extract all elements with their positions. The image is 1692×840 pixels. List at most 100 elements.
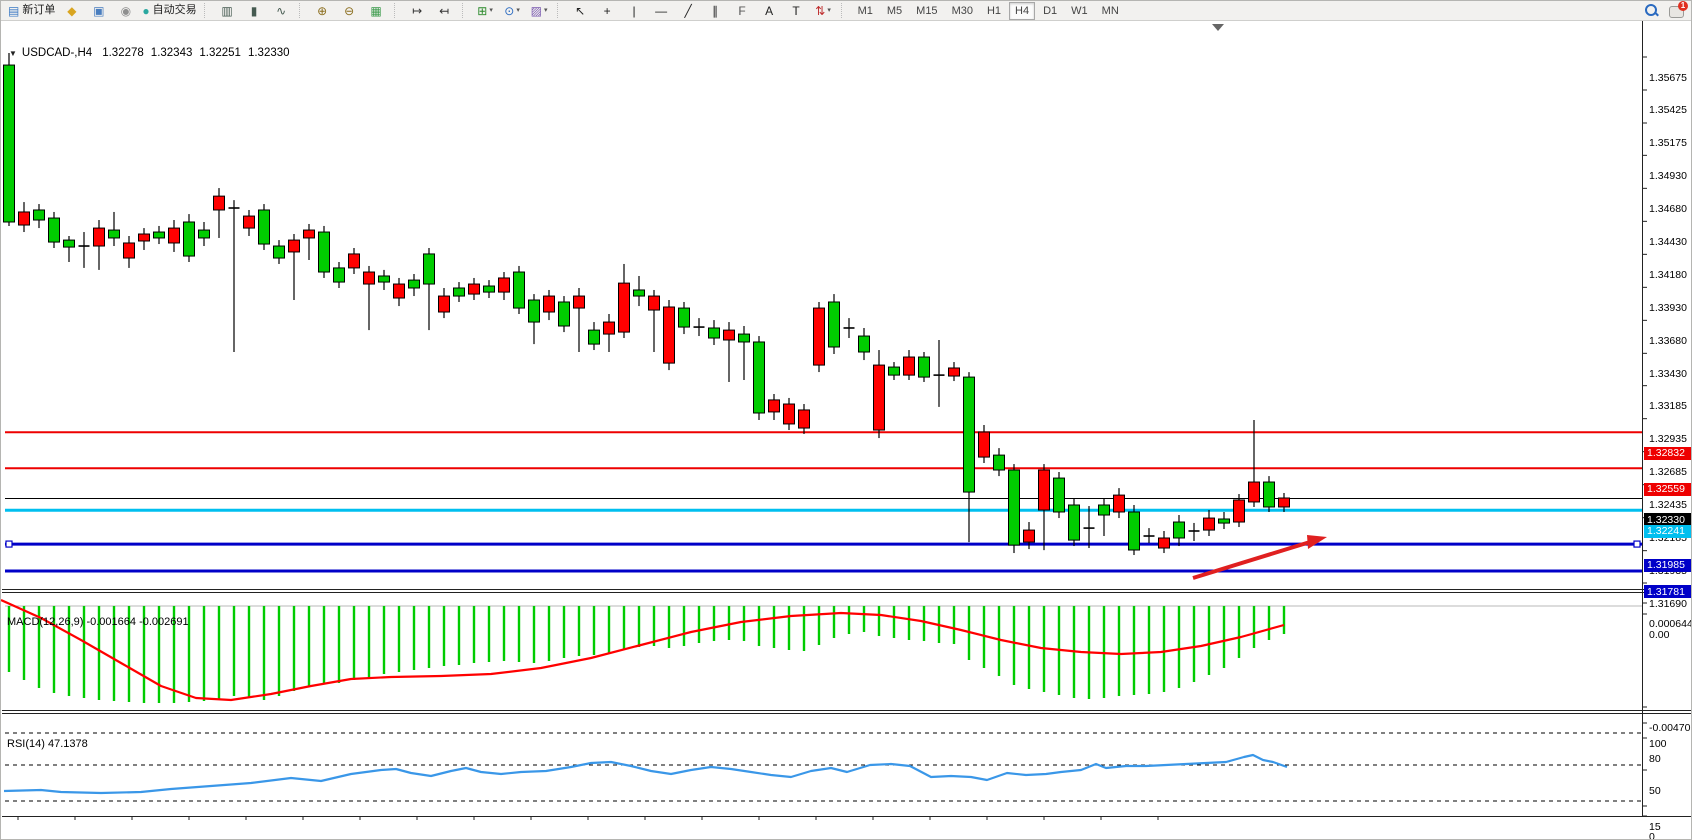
indicators-icon: ⊞ [477,5,487,17]
vertical-line-button[interactable]: | [622,2,647,19]
bar-chart-icon: ▥ [221,5,232,17]
line-chart-button[interactable]: ∿ [269,2,294,19]
price-tick-label: 1.33680 [1649,335,1687,347]
candle-body [439,296,450,312]
chevron-down-icon: ▾ [544,7,548,14]
timeframe-button-w1[interactable]: W1 [1065,2,1094,20]
candle-body [664,307,675,363]
crosshair-button[interactable]: + [595,2,620,19]
tile-windows-button[interactable]: ▦ [364,2,389,19]
channel-button[interactable]: ∥ [703,2,728,19]
line-drag-handle[interactable] [1634,541,1640,547]
candle-body [424,254,435,284]
horizontal-line-button[interactable]: — [649,2,674,19]
notification-badge: 1 [1678,1,1688,11]
candle-body [829,302,840,347]
cursor-button[interactable]: ↖ [568,2,593,19]
trendline-icon: ╱ [684,5,691,17]
label-button[interactable]: T [784,2,809,19]
candle-body [274,246,285,258]
candle-body [514,272,525,308]
fibonacci-icon: F [738,5,745,17]
candle-body [889,367,900,375]
candle-body [874,365,885,430]
price-tag-1.32241: 1.32241 [1644,525,1692,538]
candle-body [4,65,15,222]
candle-body [289,240,300,252]
candle-body [49,218,60,242]
chart-graphics [1,21,1692,840]
indicators-button[interactable]: ⊞▾ [473,2,498,19]
zoom-in-button[interactable]: ⊕ [310,2,335,19]
signals-button[interactable]: ◉ [113,2,138,19]
auto-scroll-button[interactable]: ↦ [405,2,430,19]
terminal-button[interactable]: ▣ [86,2,111,19]
rsi-axis-label: 100 [1649,738,1667,750]
ohlc-low: 1.32251 [199,47,241,59]
candle-body [199,230,210,238]
candle-body [604,322,615,334]
trendline-button[interactable]: ╱ [676,2,701,19]
rsi-axis-label: 50 [1649,785,1661,797]
candle-body [949,368,960,376]
chart-title: ▼ USDCAD-,H4 1.32278 1.32343 1.32251 1.3… [9,47,297,59]
profiles-button[interactable]: ◆ [59,2,84,19]
zoom-in-icon: ⊕ [317,5,327,17]
terminal-window: ▤新订单◆▣◉●自动交易▥▮∿⊕⊖▦↦↤⊞▾⊙▾▨▾↖+|—╱∥FAT⇅▾M1M… [0,0,1692,840]
candle-body [589,330,600,344]
candle-body [859,336,870,352]
timeframe-button-d1[interactable]: D1 [1037,2,1063,20]
price-tick-label: 1.35425 [1649,104,1687,116]
notifications-button[interactable]: 1 [1669,3,1687,19]
periods-button[interactable]: ⊙▾ [500,2,525,19]
new-order-button[interactable]: ▤新订单 [6,2,57,19]
terminal-icon: ▣ [93,5,104,17]
toolbar-right-icons: 1 [1644,3,1687,19]
candle-body [334,268,345,282]
bar-chart-button[interactable]: ▥ [215,2,240,19]
timeframe-button-m15[interactable]: M15 [910,2,943,20]
candle-body [94,228,105,246]
zoom-out-icon: ⊖ [344,5,354,17]
line-chart-icon: ∿ [276,5,286,17]
timeframe-button-h4[interactable]: H4 [1009,2,1035,20]
candle-chart-button[interactable]: ▮ [242,2,267,19]
rsi-indicator-label: RSI(14) 47.1378 [7,738,88,750]
text-button[interactable]: A [757,2,782,19]
horizontal-line-icon: — [655,5,667,17]
candle-body [904,357,915,375]
chart-window: ▼ USDCAD-,H4 1.32278 1.32343 1.32251 1.3… [1,21,1692,837]
zoom-out-button[interactable]: ⊖ [337,2,362,19]
vertical-line-icon: | [633,5,636,17]
candle-body [319,232,330,272]
ohlc-open: 1.32278 [102,47,144,59]
timeframe-button-m30[interactable]: M30 [946,2,979,20]
periods-icon: ⊙ [504,5,514,17]
price-tick-label: 1.34680 [1649,203,1687,215]
candle-body [139,234,150,241]
symbol-dropdown-icon[interactable]: ▼ [9,49,17,58]
chart-shift-marker[interactable] [1212,24,1224,31]
price-tick-label: 1.33430 [1649,368,1687,380]
auto-trading-button[interactable]: ●自动交易 [140,2,198,19]
timeframe-button-m5[interactable]: M5 [881,2,908,20]
candle-body [979,432,990,457]
candle-body [499,278,510,292]
arrow-object-shaft[interactable] [1193,542,1310,578]
fibonacci-button[interactable]: F [730,2,755,19]
line-drag-handle[interactable] [6,541,12,547]
candle-body [1024,530,1035,542]
timeframe-button-mn[interactable]: MN [1096,2,1125,20]
chevron-down-icon: ▾ [827,7,831,14]
price-tag-1.32832: 1.32832 [1644,447,1692,460]
search-icon[interactable] [1644,3,1659,18]
chart-shift-icon: ↤ [439,5,449,17]
price-tick-label: 1.33930 [1649,302,1687,314]
templates-button[interactable]: ▨▾ [527,2,552,19]
arrows-button[interactable]: ⇅▾ [811,2,836,19]
arrow-object-head[interactable] [1307,535,1327,549]
timeframe-button-h1[interactable]: H1 [981,2,1007,20]
timeframe-button-m1[interactable]: M1 [852,2,879,20]
candle-body [244,216,255,228]
chart-shift-button[interactable]: ↤ [432,2,457,19]
